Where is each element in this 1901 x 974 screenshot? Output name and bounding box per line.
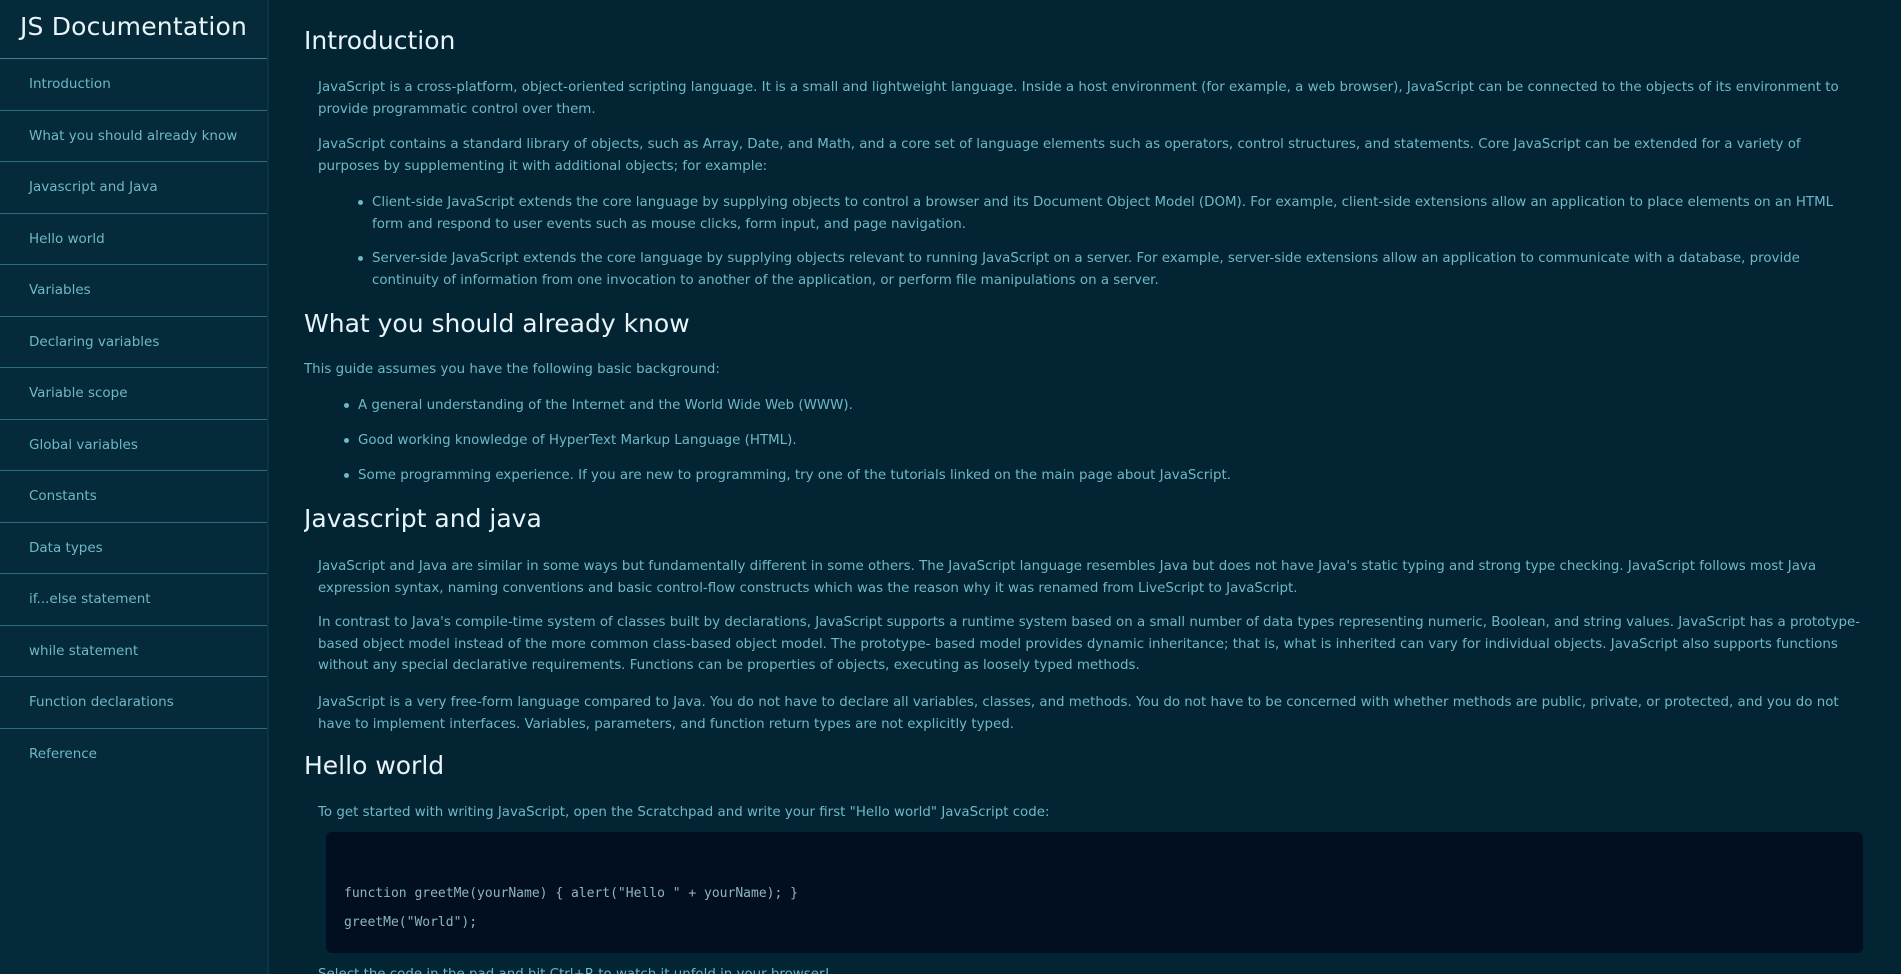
main-doc: Introduction JavaScript is a cross-platf… [304,0,1864,974]
section-title-javascript-and-java: Javascript and java [304,504,542,533]
paragraph: JavaScript is a cross-platform, object-o… [318,80,1839,117]
list-item: Good working knowledge of HyperText Mark… [344,430,1838,452]
nav-link-introduction[interactable]: Introduction [0,59,267,111]
paragraph: To get started with writing JavaScript, … [318,805,1050,820]
list-item-text: Client-side JavaScript extends the core … [372,195,1834,232]
nav-link-if-else-statement[interactable]: if...else statement [0,574,267,626]
paragraph: JavaScript is a very free-form language … [318,695,1839,732]
nav-link-javascript-and-java[interactable]: Javascript and Java [0,162,267,214]
nav-link-data-types[interactable]: Data types [0,523,267,574]
list-item-text: Server-side JavaScript extends the core … [372,251,1800,289]
nav-link-what-you-should-already-know[interactable]: What you should already know [0,111,267,162]
bullet-icon [344,403,349,408]
paragraph: JavaScript contains a standard library o… [318,137,1801,174]
nav-link-variables[interactable]: Variables [0,265,267,317]
introduction-list: Client-side JavaScript extends the core … [358,192,1834,292]
code-line: function greetMe(yourName) { alert("Hell… [344,886,798,901]
section-title-introduction: Introduction [304,26,456,55]
nav-link-while-statement[interactable]: while statement [0,626,267,677]
section-title-hello-world: Hello world [304,751,445,780]
code-line: greetMe("World"); [344,915,478,930]
section-title-what-you-should-already-know: What you should already know [304,309,690,338]
list-item: Some programming experience. If you are … [344,465,1838,487]
code-block[interactable]: function greetMe(yourName) { alert("Hell… [326,832,1863,953]
bullet-icon [358,200,363,205]
nav-link-global-variables[interactable]: Global variables [0,420,267,471]
background-list: A general understanding of the Internet … [344,395,1838,487]
sidebar-nav: JS Documentation Introduction What you s… [0,0,269,974]
nav-link-declaring-variables[interactable]: Declaring variables [0,317,267,368]
paragraph: JavaScript and Java are similar in some … [318,559,1817,596]
bullet-icon [344,438,349,444]
paragraph: Select the code in the pad and hit Ctrl+… [318,964,1864,974]
list-item: Server-side JavaScript extends the core … [358,248,1834,291]
nav-link-constants[interactable]: Constants [0,471,267,523]
paragraph: In contrast to Java's compile-time syste… [318,615,1861,674]
bullet-icon [358,256,363,262]
nav-link-function-declarations[interactable]: Function declarations [0,677,267,729]
list-item: A general understanding of the Internet … [344,395,1838,417]
bullet-icon [344,473,349,479]
nav-link-reference[interactable]: Reference [0,729,267,781]
paragraph: This guide assumes you have the followin… [304,362,720,377]
nav-header: JS Documentation [0,0,267,59]
list-item-text: Good working knowledge of HyperText Mark… [358,433,797,449]
nav-link-hello-world[interactable]: Hello world [0,214,267,265]
nav-link-variable-scope[interactable]: Variable scope [0,368,267,420]
list-item: Client-side JavaScript extends the core … [358,192,1834,235]
list-item-text: Some programming experience. If you are … [358,468,1231,484]
list-item-text: A general understanding of the Internet … [358,398,853,413]
